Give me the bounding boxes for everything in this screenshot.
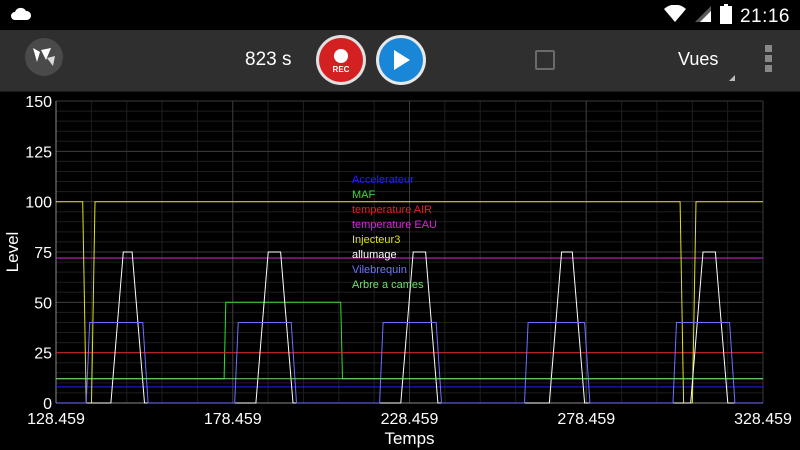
record-label: REC: [332, 64, 350, 74]
x-tick-label: 128.459: [27, 411, 85, 428]
cloud-icon: [10, 6, 32, 27]
play-icon: [394, 50, 410, 70]
y-tick-label: 100: [25, 195, 52, 212]
y-tick-label: 50: [34, 295, 52, 312]
legend-entry: Accelerateur: [352, 174, 414, 186]
y-axis-label: Level: [3, 232, 22, 273]
x-axis-label: Temps: [384, 429, 434, 448]
play-button[interactable]: [376, 35, 426, 85]
wifi-icon: [663, 4, 686, 28]
elapsed-timer: 823 s: [245, 49, 292, 70]
y-tick-label: 150: [25, 94, 52, 111]
legend-entry: allumage: [352, 249, 397, 261]
y-tick-label: 125: [25, 144, 52, 161]
x-tick-label: 278.459: [557, 411, 615, 428]
options-checkbox[interactable]: [535, 50, 555, 70]
record-button[interactable]: REC: [316, 35, 366, 85]
legend-entry: MAF: [352, 189, 376, 201]
legend-entry: Arbre a cames: [352, 279, 424, 291]
chart-legend: Accelerateur MAF temperature AIR temperatur…: [352, 173, 437, 293]
y-tick-label: 75: [34, 245, 52, 262]
action-bar: 823 s REC Vues: [0, 30, 800, 92]
record-dot-icon: [334, 48, 348, 63]
dropdown-caret-icon: [729, 75, 735, 81]
views-dropdown[interactable]: Vues: [678, 49, 718, 70]
x-tick-label: 178.459: [204, 411, 262, 428]
app-logo-icon[interactable]: [25, 38, 63, 76]
legend-entry: temperature AIR: [352, 204, 433, 216]
status-bar: 21:16: [0, 0, 800, 30]
clock-time: 21:16: [739, 5, 790, 27]
battery-icon: [719, 4, 732, 29]
legend-entry: Injecteur3: [352, 234, 401, 246]
sensor-chart[interactable]: 128.459 178.459 228.459 278.459 328.459 0 25 50…: [0, 91, 800, 450]
legend-entry: Vilebrequin: [352, 264, 407, 276]
x-tick-label: 228.459: [381, 411, 439, 428]
y-tick-label: 25: [34, 346, 52, 363]
x-tick-label: 328.459: [734, 411, 792, 428]
y-tick-label: 0: [43, 396, 52, 413]
overflow-menu-icon[interactable]: [765, 45, 773, 72]
signal-icon: [694, 5, 712, 28]
legend-entry: temperature EAU: [352, 219, 437, 231]
